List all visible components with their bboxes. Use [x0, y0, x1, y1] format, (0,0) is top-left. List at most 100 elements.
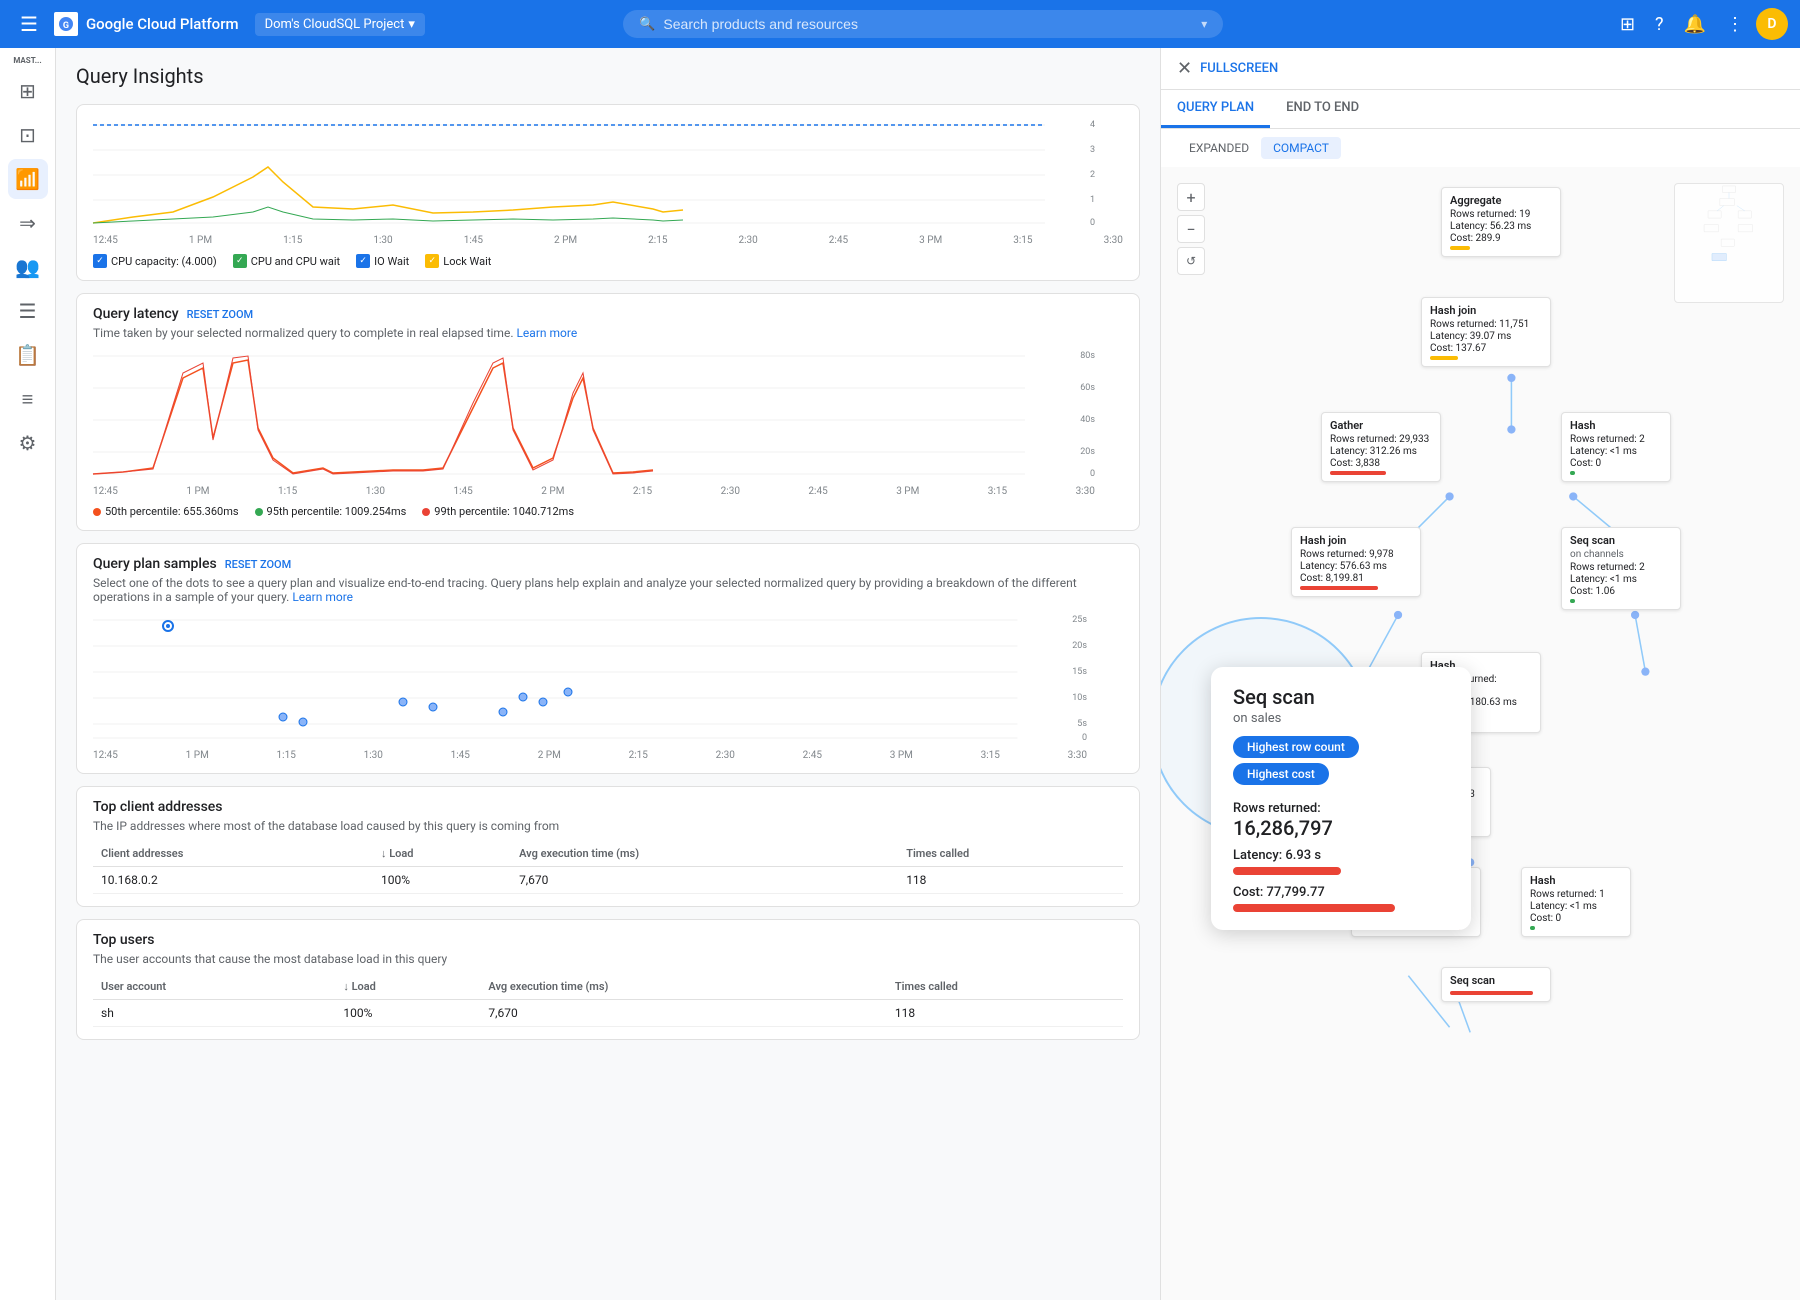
- sidebar-item-users[interactable]: 👥: [8, 247, 48, 287]
- avg-time-cell: 7,670: [511, 867, 898, 894]
- svg-text:60s: 60s: [1080, 383, 1095, 393]
- expand-search-icon[interactable]: ▾: [1201, 17, 1207, 31]
- minimap-svg: [1675, 184, 1783, 302]
- times-cell: 118: [898, 867, 1123, 894]
- zoom-controls: + − ↺: [1177, 183, 1205, 275]
- sidebar-item-settings[interactable]: ⚙: [8, 423, 48, 463]
- sidebar-item-list1[interactable]: ☰: [8, 291, 48, 331]
- apps-icon[interactable]: ⊞: [1612, 6, 1643, 43]
- cpu-chart-time-labels: 12:45 1 PM 1:15 1:30 1:45 2 PM 2:15 2:30…: [93, 235, 1123, 246]
- popup-badge-cost: Highest cost: [1233, 763, 1329, 785]
- panel-sub-tabs: EXPANDED COMPACT: [1161, 129, 1800, 167]
- seq-scan-popup[interactable]: Seq scan on sales Highest row count High…: [1211, 667, 1471, 930]
- node-gather[interactable]: Gather Rows returned: 29,933 Latency: 31…: [1321, 412, 1441, 482]
- latency-chart: 80s 60s 40s 20s 0: [93, 348, 1095, 478]
- right-panel: ✕ FULLSCREEN QUERY PLAN END TO END EXPAN…: [1160, 48, 1800, 1300]
- col-avg-time: Avg execution time (ms): [511, 841, 898, 867]
- search-input[interactable]: [663, 16, 1193, 32]
- sidebar: MAST... ⊞ ⊡ 📶 ⇒ 👥 ☰ 📋 ≡ ⚙: [0, 48, 56, 1300]
- sidebar-item-home[interactable]: ⊞: [8, 71, 48, 111]
- svg-text:2: 2: [1090, 170, 1095, 180]
- user-avatar[interactable]: D: [1756, 8, 1788, 40]
- query-plan-learn-more[interactable]: Learn more: [292, 590, 353, 604]
- popup-cost-bar: [1233, 904, 1395, 912]
- help-icon[interactable]: ?: [1647, 6, 1672, 43]
- perc-95-dot: [255, 508, 263, 516]
- brand-logo: G Google Cloud Platform: [54, 12, 239, 36]
- cpu-chart-section: 4 3 2 1 0: [76, 104, 1140, 281]
- node-seq-scan-channels[interactable]: Seq scan on channels Rows returned: 2 La…: [1561, 527, 1681, 610]
- project-name: Dom's CloudSQL Project: [265, 17, 405, 32]
- node-hash-4[interactable]: Hash Rows returned: 1 Latency: <1 ms Cos…: [1521, 867, 1631, 937]
- search-bar[interactable]: 🔍 ▾: [623, 10, 1223, 38]
- node-aggregate[interactable]: Aggregate Rows returned: 19 Latency: 56.…: [1441, 187, 1561, 257]
- col-user-avg-time: Avg execution time (ms): [480, 974, 887, 1000]
- node-hash-join-2-bar: [1300, 586, 1378, 590]
- project-selector[interactable]: Dom's CloudSQL Project ▾: [255, 13, 425, 36]
- latency-learn-more[interactable]: Learn more: [516, 326, 577, 340]
- col-load[interactable]: ↓ Load: [373, 841, 511, 867]
- svg-text:3: 3: [1090, 145, 1095, 155]
- plan-canvas[interactable]: + − ↺: [1161, 167, 1800, 1300]
- popup-latency-label: Latency: 6.93 s: [1233, 848, 1449, 863]
- page-title: Query Insights: [76, 64, 1140, 88]
- sidebar-item-transfers[interactable]: ⇒: [8, 203, 48, 243]
- close-button[interactable]: ✕: [1177, 58, 1192, 79]
- node-hash-2[interactable]: Hash Rows returned: 2 Latency: <1 ms Cos…: [1561, 412, 1671, 482]
- legend-lock-wait: ✓ Lock Wait: [425, 254, 491, 268]
- zoom-reset-button[interactable]: ↺: [1177, 247, 1205, 275]
- chevron-down-icon: ▾: [408, 17, 415, 32]
- latency-title: Query latency RESET ZOOM: [93, 306, 1123, 322]
- latency-desc: Time taken by your selected normalized q…: [93, 326, 1123, 340]
- node-seq-scan-channels-bar: [1570, 599, 1575, 603]
- top-users-section: Top users The user accounts that cause t…: [76, 919, 1140, 1040]
- zoom-in-button[interactable]: +: [1177, 183, 1205, 211]
- more-options-icon[interactable]: ⋮: [1718, 6, 1752, 43]
- user-load-cell: 100%: [335, 1000, 480, 1027]
- perc-95: 95th percentile: 1009.254ms: [255, 505, 407, 518]
- popup-badge-row-count: Highest row count: [1233, 736, 1359, 758]
- top-users-desc: The user accounts that cause the most da…: [93, 952, 1123, 966]
- node-seq-scan-bottom[interactable]: Seq scan: [1441, 967, 1551, 1002]
- cpu-chart: 4 3 2 1 0: [93, 117, 1095, 227]
- client-addr-cell: 10.168.0.2: [93, 867, 373, 894]
- perc-99: 99th percentile: 1040.712ms: [422, 505, 574, 518]
- search-icon: 🔍: [639, 17, 655, 32]
- svg-text:80s: 80s: [1080, 351, 1095, 361]
- col-user-load[interactable]: ↓ Load: [335, 974, 480, 1000]
- sidebar-item-dashboard[interactable]: ⊡: [8, 115, 48, 155]
- node-hash-join-2[interactable]: Hash join Rows returned: 9,978 Latency: …: [1291, 527, 1421, 597]
- sub-tab-compact[interactable]: COMPACT: [1261, 137, 1341, 159]
- sidebar-item-analytics[interactable]: 📶: [8, 159, 48, 199]
- sidebar-item-reports[interactable]: 📋: [8, 335, 48, 375]
- col-times-called: Times called: [898, 841, 1123, 867]
- top-users-table: User account ↓ Load Avg execution time (…: [93, 974, 1123, 1027]
- google-logo: G: [54, 12, 78, 36]
- col-client-addr: Client addresses: [93, 841, 373, 867]
- query-plan-reset-zoom[interactable]: RESET ZOOM: [225, 558, 292, 571]
- node-hash-join-1[interactable]: Hash join Rows returned: 11,751 Latency:…: [1421, 297, 1551, 367]
- sidebar-item-list2[interactable]: ≡: [8, 379, 48, 419]
- svg-text:1: 1: [1090, 195, 1095, 205]
- hamburger-menu[interactable]: ☰: [12, 4, 46, 44]
- table-row: sh 100% 7,670 118: [93, 1000, 1123, 1027]
- notifications-icon[interactable]: 🔔: [1676, 6, 1714, 43]
- top-clients-desc: The IP addresses where most of the datab…: [93, 819, 1123, 833]
- tab-query-plan[interactable]: QUERY PLAN: [1161, 90, 1270, 128]
- user-times-cell: 118: [887, 1000, 1123, 1027]
- content-area: Query Insights 4 3 2 1 0: [56, 48, 1160, 1300]
- node-hash-4-bar: [1530, 926, 1535, 930]
- latency-reset-zoom[interactable]: RESET ZOOM: [187, 308, 254, 321]
- zoom-out-button[interactable]: −: [1177, 215, 1205, 243]
- tab-end-to-end[interactable]: END TO END: [1270, 90, 1375, 128]
- main-layout: MAST... ⊞ ⊡ 📶 ⇒ 👥 ☰ 📋 ≡ ⚙ Query Insights…: [0, 48, 1800, 1300]
- svg-text:4: 4: [1090, 120, 1095, 130]
- user-avg-time-cell: 7,670: [480, 1000, 887, 1027]
- sub-tab-expanded[interactable]: EXPANDED: [1177, 137, 1261, 159]
- fullscreen-button[interactable]: FULLSCREEN: [1200, 61, 1278, 76]
- query-plan-section: Query plan samples RESET ZOOM Select one…: [76, 543, 1140, 774]
- popup-rows-value: 16,286,797: [1233, 816, 1449, 840]
- svg-text:0: 0: [1082, 733, 1087, 743]
- svg-text:5s: 5s: [1077, 719, 1087, 729]
- panel-header: ✕ FULLSCREEN: [1161, 48, 1800, 90]
